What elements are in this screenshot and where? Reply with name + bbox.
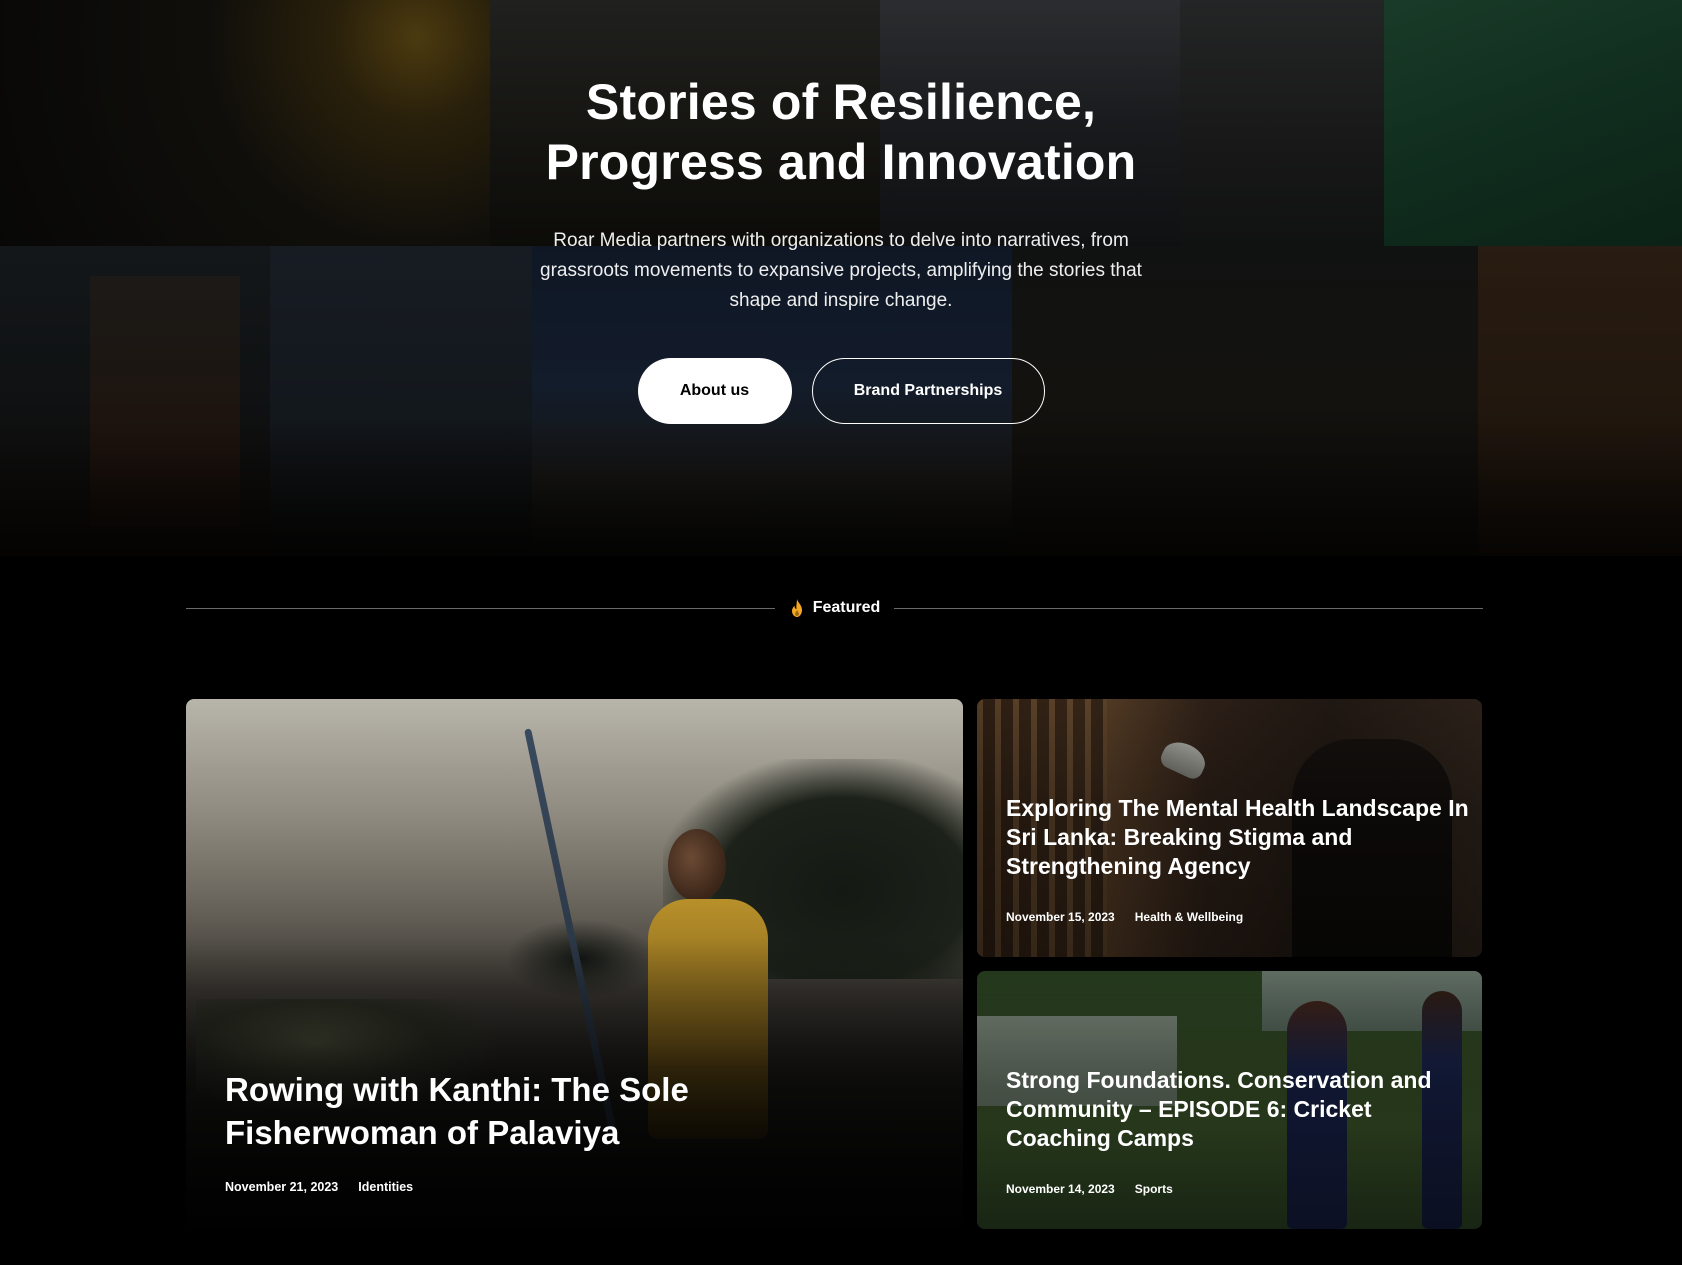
hero-title: Stories of Resilience, Progress and Inno… [0,72,1682,192]
article-meta: November 21, 2023 Identities [225,1180,785,1194]
featured-label: Featured [812,599,881,616]
featured-article-card-side-2[interactable]: Strong Foundations. Conservation and Com… [977,971,1482,1229]
article-category[interactable]: Sports [1135,1182,1173,1196]
featured-heading: Featured [775,599,895,617]
card-text: Exploring The Mental Health Landscape In… [1006,794,1476,924]
article-date: November 14, 2023 [1006,1182,1115,1196]
article-title[interactable]: Rowing with Kanthi: The Sole Fisherwoman… [225,1068,785,1154]
article-meta: November 15, 2023 Health & Wellbeing [1006,910,1476,924]
featured-divider: Featured [186,596,1484,620]
featured-article-card-side-1[interactable]: Exploring The Mental Health Landscape In… [977,699,1482,957]
hero-buttons: About us Brand Partnerships [0,358,1682,424]
hero-description: Roar Media partners with organizations t… [540,230,1142,311]
brand-partnerships-button[interactable]: Brand Partnerships [811,358,1045,424]
article-date: November 21, 2023 [225,1180,339,1194]
flame-icon [789,599,805,617]
article-category[interactable]: Health & Wellbeing [1135,910,1243,924]
article-date: November 15, 2023 [1006,910,1115,924]
hero-title-line2: Progress and Innovation [545,134,1137,190]
about-us-button[interactable]: About us [637,358,792,424]
hero-title-line1: Stories of Resilience, [585,74,1097,130]
article-meta: November 14, 2023 Sports [1006,1182,1476,1196]
card-text: Strong Foundations. Conservation and Com… [1006,1066,1476,1196]
card-text: Rowing with Kanthi: The Sole Fisherwoman… [225,1068,785,1194]
divider-line-left [186,607,775,609]
article-title[interactable]: Strong Foundations. Conservation and Com… [1006,1066,1476,1153]
article-title[interactable]: Exploring The Mental Health Landscape In… [1006,794,1476,881]
hero-section: Stories of Resilience, Progress and Inno… [0,0,1682,700]
article-category[interactable]: Identities [358,1180,413,1194]
featured-article-card-main[interactable]: Rowing with Kanthi: The Sole Fisherwoman… [186,699,963,1228]
divider-line-right [894,607,1484,609]
hero-content: Stories of Resilience, Progress and Inno… [0,72,1682,424]
